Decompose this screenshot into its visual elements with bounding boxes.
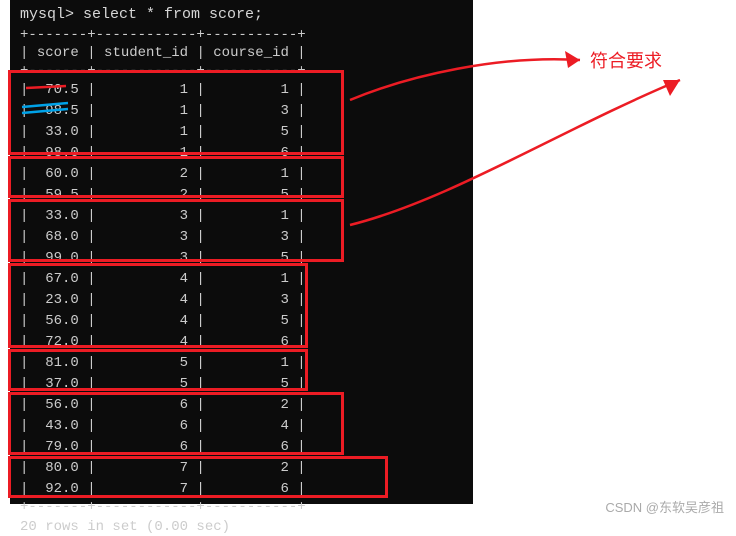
table-row: | 56.0 | 4 | 5 |: [10, 311, 473, 332]
table-row: | 43.0 | 6 | 4 |: [10, 416, 473, 437]
sql-prompt: mysql> select * from score;: [10, 6, 473, 24]
col-course-id: course_id: [213, 45, 289, 61]
table-rows-container: | 70.5 | 1 | 1 || 98.5 | 1 | 3 || 33.0 |…: [10, 80, 473, 500]
table-row: | 37.0 | 5 | 5 |: [10, 374, 473, 395]
col-score: score: [37, 45, 79, 61]
table-header: | score | student_id | course_id |: [10, 43, 473, 64]
arrow-2-head: [663, 80, 680, 96]
watermark: CSDN @东软吴彦祖: [605, 497, 724, 516]
table-row: | 33.0 | 1 | 5 |: [10, 122, 473, 143]
table-row: | 98.5 | 1 | 3 |: [10, 101, 473, 122]
table-border-top: +-------+------------+-----------+: [10, 28, 473, 43]
table-row: | 33.0 | 3 | 1 |: [10, 206, 473, 227]
table-row: | 67.0 | 4 | 1 |: [10, 269, 473, 290]
table-row: | 79.0 | 6 | 6 |: [10, 437, 473, 458]
table-row: | 92.0 | 7 | 6 |: [10, 479, 473, 500]
table-row: | 23.0 | 4 | 3 |: [10, 290, 473, 311]
arrow-1-head: [565, 51, 580, 68]
table-row: | 81.0 | 5 | 1 |: [10, 353, 473, 374]
table-row: | 98.0 | 1 | 6 |: [10, 143, 473, 164]
annotation-label: 符合要求: [590, 47, 662, 73]
table-row: | 72.0 | 4 | 6 |: [10, 332, 473, 353]
table-row: | 59.5 | 2 | 5 |: [10, 185, 473, 206]
table-row: | 68.0 | 3 | 3 |: [10, 227, 473, 248]
col-student-id: student_id: [104, 45, 188, 61]
table-row: | 60.0 | 2 | 1 |: [10, 164, 473, 185]
table-row: | 99.0 | 3 | 5 |: [10, 248, 473, 269]
table-row: | 80.0 | 7 | 2 |: [10, 458, 473, 479]
table-row: | 70.5 | 1 | 1 |: [10, 80, 473, 101]
mysql-terminal: mysql> select * from score; +-------+---…: [10, 0, 473, 504]
table-border-bottom: +-------+------------+-----------+: [10, 500, 473, 515]
table-row: | 56.0 | 6 | 2 |: [10, 395, 473, 416]
table-border-mid: +-------+------------+-----------+: [10, 64, 473, 79]
